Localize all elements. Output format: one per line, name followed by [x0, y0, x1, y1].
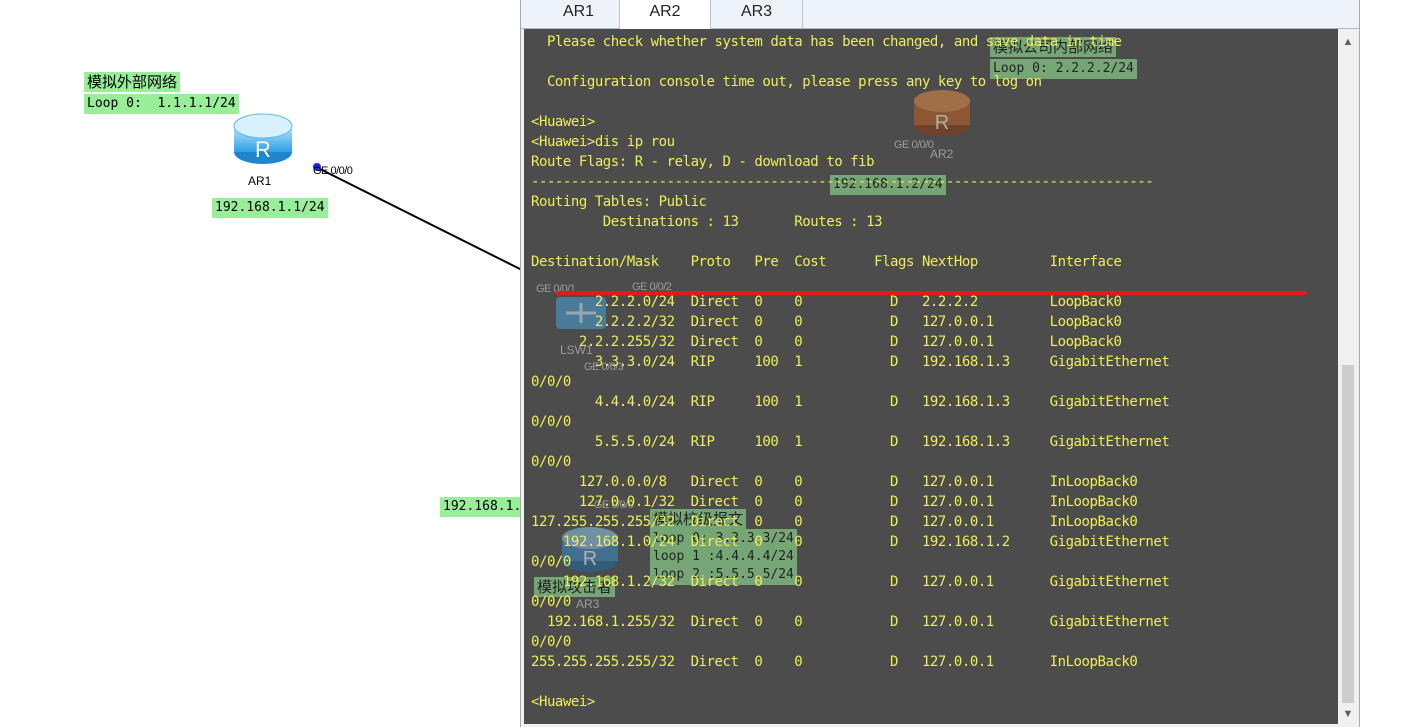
terminal-scrollbar[interactable]: ▲ ▼: [1339, 29, 1357, 724]
tab-ar2[interactable]: AR2: [619, 0, 711, 29]
tab-ar3[interactable]: AR3: [711, 0, 803, 28]
terminal-output[interactable]: 模拟公司内部网络 Loop 0: 2.2.2.2/24 R GE 0/0/0 A…: [524, 29, 1338, 724]
external-network-title: 模拟外部网络: [84, 72, 181, 92]
scrollbar-thumb[interactable]: [1342, 365, 1354, 703]
console-tab-bar: AR1 AR2 AR3: [521, 0, 1359, 29]
ar1-ip-note: 192.168.1.1/24: [212, 198, 328, 218]
scroll-down-icon[interactable]: ▼: [1339, 705, 1357, 723]
scroll-up-icon[interactable]: ▲: [1339, 33, 1357, 51]
external-network-loop: Loop 0: 1.1.1.1/24: [84, 94, 239, 114]
terminal-text: Please check whether system data has bee…: [531, 34, 1170, 710]
router-ar1-icon[interactable]: R: [232, 110, 294, 166]
ar1-port-label: GE 0/0/0: [313, 165, 353, 177]
tab-ar1[interactable]: AR1: [537, 0, 621, 28]
highlight-underline: [556, 291, 1307, 295]
ar1-label: AR1: [248, 174, 272, 188]
svg-text:R: R: [255, 137, 271, 162]
console-window[interactable]: AR1 AR2 AR3 模拟公司内部网络 Loop 0: 2.2.2.2/24 …: [520, 0, 1360, 727]
